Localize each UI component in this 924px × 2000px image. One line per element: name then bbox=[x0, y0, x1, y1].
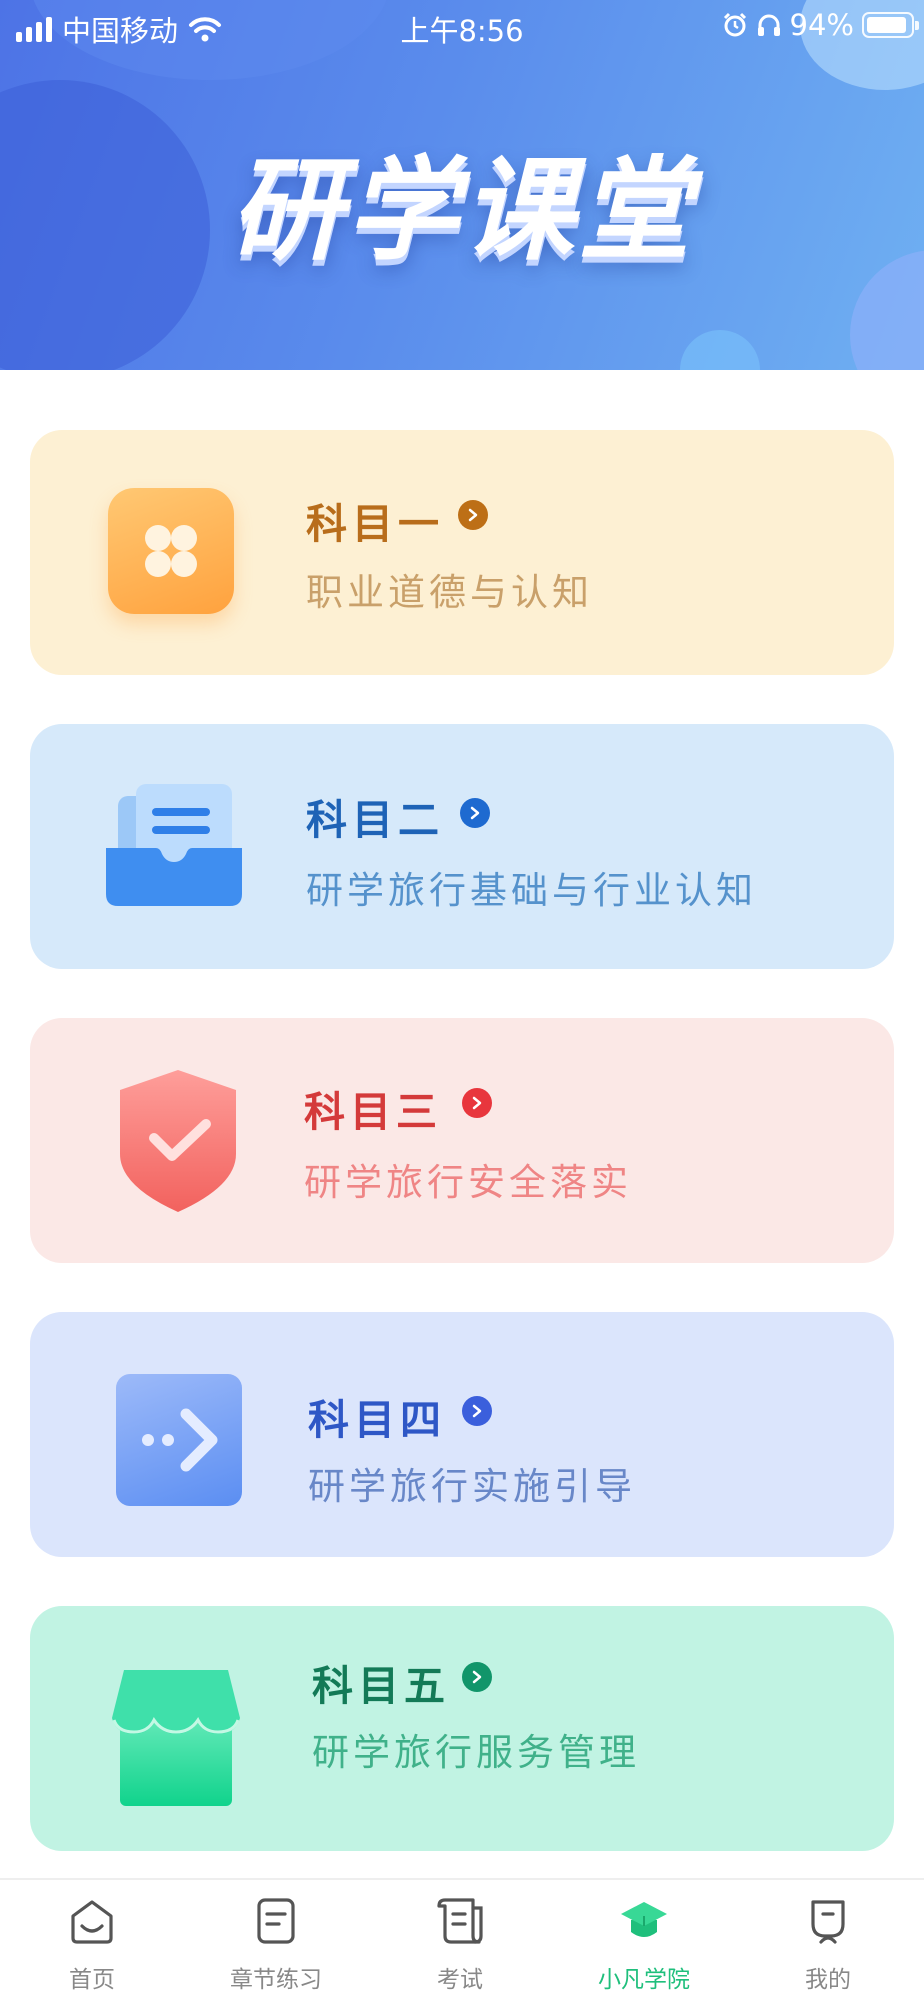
tab-exam[interactable]: 考试 bbox=[368, 1880, 552, 2000]
notes-icon bbox=[257, 1898, 295, 1944]
four-petal-icon bbox=[108, 488, 234, 614]
profile-icon bbox=[811, 1900, 845, 1944]
tab-chapter-practice[interactable]: 章节练习 bbox=[184, 1880, 368, 2000]
subject-title: 科目三 bbox=[304, 1088, 442, 1136]
shield-check-icon bbox=[112, 1066, 244, 1216]
subject-title: 科目二 bbox=[306, 796, 444, 844]
status-bar: 中国移动 上午8:56 94% bbox=[0, 0, 924, 52]
chevron-right-icon bbox=[462, 1662, 492, 1692]
forward-arrow-icon bbox=[116, 1374, 242, 1506]
chevron-right-icon bbox=[462, 1396, 492, 1426]
decor-blob bbox=[680, 330, 760, 370]
subject-subtitle: 研学旅行基础与行业认知 bbox=[306, 869, 757, 912]
document-tray-icon bbox=[104, 782, 244, 914]
tab-label: 首页 bbox=[69, 1967, 115, 1993]
home-icon bbox=[71, 1900, 113, 1944]
chevron-right-icon bbox=[458, 500, 488, 530]
tab-xiaofan-academy[interactable]: 小凡学院 bbox=[552, 1880, 736, 2000]
alarm-icon bbox=[723, 12, 746, 37]
battery-percent: 94% bbox=[789, 8, 854, 42]
header-banner: 中国移动 上午8:56 94% 研学课堂 bbox=[0, 0, 924, 370]
subject-card-2[interactable]: 科目二 研学旅行基础与行业认知 bbox=[30, 724, 894, 969]
tab-label: 我的 bbox=[805, 1967, 851, 1993]
chevron-right-icon bbox=[460, 798, 490, 828]
store-icon bbox=[110, 1668, 242, 1808]
exam-scroll-icon bbox=[437, 1898, 483, 1944]
subject-subtitle: 职业道德与认知 bbox=[306, 571, 593, 614]
subject-card-4[interactable]: 科目四 研学旅行实施引导 bbox=[30, 1312, 894, 1557]
subject-subtitle: 研学旅行实施引导 bbox=[308, 1465, 636, 1508]
headphones-icon bbox=[757, 14, 780, 36]
subject-subtitle: 研学旅行服务管理 bbox=[312, 1731, 640, 1774]
subject-subtitle: 研学旅行安全落实 bbox=[304, 1161, 632, 1204]
chevron-right-icon bbox=[462, 1088, 492, 1118]
tab-label: 小凡学院 bbox=[598, 1967, 690, 1993]
subject-card-3[interactable]: 科目三 研学旅行安全落实 bbox=[30, 1018, 894, 1263]
tab-home[interactable]: 首页 bbox=[0, 1880, 184, 2000]
subject-title: 科目五 bbox=[312, 1662, 450, 1710]
tab-label: 考试 bbox=[437, 1967, 483, 1993]
bottom-tab-bar: 首页 章节练习 考试 小凡学院 我的 bbox=[0, 1878, 924, 2000]
subject-card-5[interactable]: 科目五 研学旅行服务管理 bbox=[30, 1606, 894, 1851]
tab-mine[interactable]: 我的 bbox=[736, 1880, 920, 2000]
page-title: 研学课堂 bbox=[230, 146, 694, 276]
graduation-cap-icon bbox=[621, 1902, 667, 1937]
subject-title: 科目一 bbox=[306, 500, 444, 548]
tab-label: 章节练习 bbox=[230, 1967, 322, 1993]
subject-card-1[interactable]: 科目一 职业道德与认知 bbox=[30, 430, 894, 675]
battery-icon bbox=[862, 12, 919, 38]
subject-title: 科目四 bbox=[308, 1396, 446, 1444]
